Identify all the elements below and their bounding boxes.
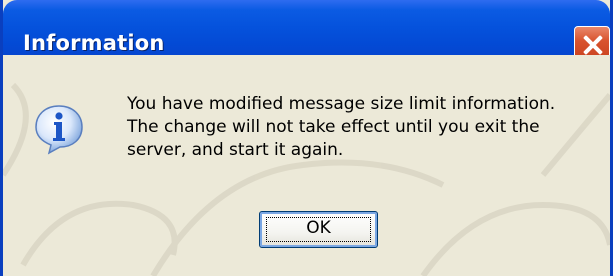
info-icon: [35, 105, 83, 155]
message-line: server, and start it again.: [127, 140, 344, 160]
ok-button[interactable]: OK: [259, 211, 378, 248]
dialog-title: Information: [23, 31, 165, 55]
dialog-message: You have modified message size limit inf…: [127, 93, 607, 162]
message-line: You have modified message size limit inf…: [127, 94, 556, 114]
message-line: The change will not take effect until yo…: [127, 117, 540, 137]
dialog-body: You have modified message size limit inf…: [3, 55, 610, 276]
focus-ring: [266, 217, 371, 242]
title-bar[interactable]: Information: [3, 0, 610, 62]
information-dialog: Information You have modified message si…: [0, 0, 613, 276]
